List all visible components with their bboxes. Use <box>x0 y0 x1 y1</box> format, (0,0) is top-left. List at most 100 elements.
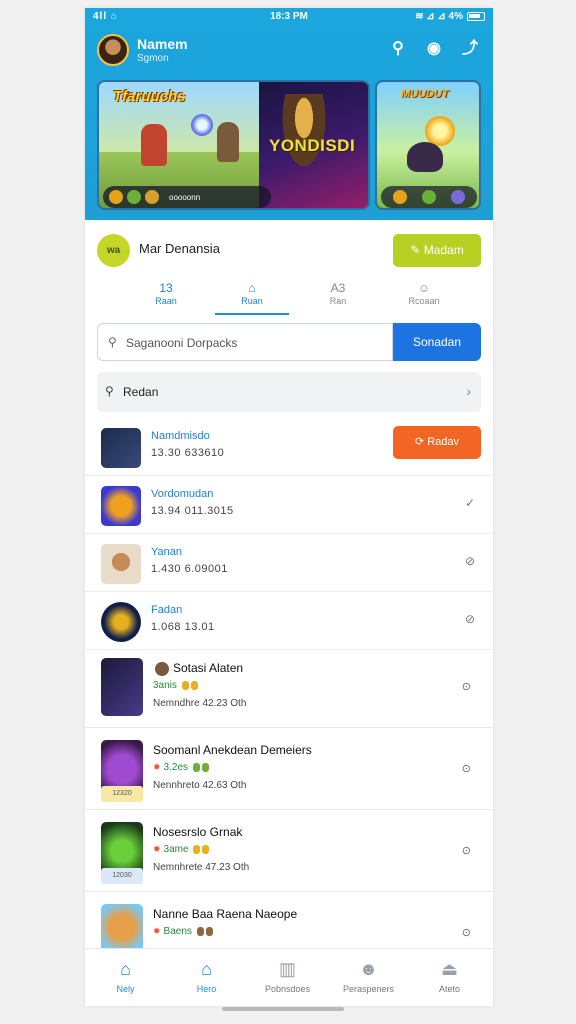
avatar[interactable] <box>97 34 129 66</box>
tab-2[interactable]: ⌂ Ruan <box>215 280 289 316</box>
card-tag: 12320 <box>101 786 143 802</box>
profile-logo: wa <box>97 234 130 267</box>
avatar-icon <box>155 661 169 676</box>
card-tag: 12030 <box>101 868 143 884</box>
list-item[interactable]: Fadan 1.068 13.01 ⊘ <box>85 592 493 650</box>
nav-item[interactable]: ▥ Pobnsdoes <box>247 949 328 1006</box>
bottom-navigation: ⌂ Nely ⌂ Hero ▥ Pobnsdoes ☻ Peraspeners … <box>85 948 493 1006</box>
user-row: Namem Sgmon ⚲ ◉ ⤴ <box>97 32 481 68</box>
tab-1-label: Raan <box>155 296 177 306</box>
home-indicator[interactable] <box>222 1007 344 1011</box>
coin-icon <box>109 190 123 204</box>
nav-label: Pobnsdoes <box>264 984 311 994</box>
fire-icon: ✹ <box>153 844 161 854</box>
list-item[interactable]: Yanan 1.430 6.09001 ⊘ <box>85 534 493 592</box>
tab-2-icon: ⌂ <box>248 281 256 295</box>
list-item-title: Fadan <box>151 604 183 616</box>
secondary-banner[interactable]: MUUDUT <box>375 80 481 210</box>
check-icon[interactable]: ✓ <box>465 496 475 510</box>
card-meta: Nennhreto 42.63 Oth <box>153 780 247 791</box>
more-icon[interactable]: ⊙ <box>462 844 471 857</box>
beast-figure <box>407 142 443 172</box>
list-item-meta: 1.068 13.01 <box>151 621 215 633</box>
tab-1-icon: 13 <box>159 281 173 295</box>
phone-screen: 4ll ⌂ 18:3 PM ≋ ⊿ ⊿ 4% Namem Sgmon ⚲ ◉ ⤴… <box>85 8 493 1006</box>
gem-icon <box>421 190 436 204</box>
card-meta: Nemnhrete 47.23 Oth <box>153 862 250 873</box>
game-card[interactable]: Sotasi Alaten 3anis Nemndhre 42.23 Oth ⊙ <box>85 650 493 728</box>
featured-banner[interactable]: Tfaruuchs YONDISDI ooooonn <box>97 80 370 210</box>
ally-figure <box>217 122 239 162</box>
share-icon[interactable]: ⤴ <box>459 38 481 60</box>
orb-icon <box>451 190 466 204</box>
search-button[interactable]: Sonadan <box>393 323 481 361</box>
game-thumbnail <box>101 544 141 584</box>
chat-icon[interactable]: ◉ <box>423 38 445 60</box>
tab-3[interactable]: A3 Ran <box>301 280 375 316</box>
nav-label: Peraspeners <box>342 984 395 994</box>
banner2-resource-bar <box>381 186 477 208</box>
shield-icon <box>145 190 159 204</box>
nav-item[interactable]: ⌂ Hero <box>166 949 247 1006</box>
profile-action-button[interactable]: ✎ Madam <box>393 234 481 267</box>
nav-item[interactable]: ⏏ Ateto <box>409 949 490 1006</box>
card-title: Nanne Baa Raena Naeope <box>153 907 298 921</box>
nav-item[interactable]: ☻ Peraspeners <box>328 949 409 1006</box>
banner-center-text: YONDISDI <box>269 136 356 155</box>
list-item-meta: 1.430 6.09001 <box>151 563 228 575</box>
card-meta: Nemndhre 42.23 Oth <box>153 698 247 709</box>
search-icon[interactable]: ⚲ <box>387 38 409 60</box>
card-title: Nosesrslo Grnak <box>153 825 243 839</box>
tab-bar: 13 Raan ⌂ Ruan A3 Ran ☺ Rcoaan <box>125 280 455 316</box>
list-item-meta: 13.30 633610 <box>151 447 225 459</box>
status-icons: ≋ ⊿ ⊿ 4% <box>415 11 485 22</box>
lock-icon: ⏏ <box>440 959 458 979</box>
warrior-figure <box>279 94 329 174</box>
game-card[interactable]: 12030 Nosesrslo Grnak ✹ 3ame Nemnhrete 47… <box>85 814 493 892</box>
home-outline-icon: ⌂ <box>201 959 212 979</box>
tab-3-icon: A3 <box>330 281 346 295</box>
hero-figure <box>141 124 167 166</box>
card-rating: ✹ 3.2es <box>153 762 209 773</box>
more-icon[interactable]: ⊙ <box>462 926 471 939</box>
list-item[interactable]: Vordomudan 13.94 011.3015 ✓ <box>85 476 493 534</box>
search-icon: ⚲ <box>105 384 114 398</box>
more-icon[interactable]: ⊙ <box>462 762 471 775</box>
gem-icon <box>127 190 141 204</box>
list-item[interactable]: Namdmisdo 13.30 633610 ⟳ Radav <box>85 418 493 476</box>
chevron-right-icon: › <box>466 383 471 399</box>
nav-item[interactable]: ⌂ Nely <box>85 949 166 1006</box>
nav-label: Ateto <box>438 984 460 994</box>
magic-orb <box>191 114 213 136</box>
book-icon: ▥ <box>278 959 296 979</box>
list-item-meta: 13.94 011.3015 <box>151 505 234 517</box>
link-icon[interactable]: ⊘ <box>465 612 475 626</box>
search-input[interactable] <box>126 332 386 354</box>
nav-label: Hero <box>196 984 217 994</box>
tab-4[interactable]: ☺ Rcoaan <box>387 280 461 316</box>
tab-1[interactable]: 13 Raan <box>129 280 203 316</box>
sword-icon <box>392 190 407 204</box>
list-action-button[interactable]: ⟳ Radav <box>393 426 481 459</box>
card-rating: ✹ Baens <box>153 926 213 937</box>
list-item-title: Namdmisdo <box>151 430 210 442</box>
list-item-title: Vordomudan <box>151 488 214 500</box>
game-thumbnail <box>101 428 141 468</box>
banner-resource-bar: ooooonn <box>103 186 271 208</box>
game-thumbnail <box>101 486 141 526</box>
fire-icon: ✹ <box>153 762 161 772</box>
profile-row: wa Mar Denansia ✎ Madam <box>97 232 481 268</box>
game-card[interactable]: 12320 Soomanl Anekdean Demeiers ✹ 3.2es N… <box>85 732 493 810</box>
filter-row[interactable]: ⚲ Redan › <box>97 372 481 412</box>
more-icon[interactable]: ⊙ <box>462 680 471 693</box>
user-name: Namem <box>137 36 188 52</box>
user-subtitle: Sgmon <box>137 53 169 64</box>
card-title: Soomanl Anekdean Demeiers <box>153 743 312 757</box>
user-icon: ☻ <box>359 959 378 979</box>
link-icon[interactable]: ⊘ <box>465 554 475 568</box>
battery-icon <box>467 12 485 21</box>
fire-icon: ✹ <box>153 926 161 936</box>
nav-label: Nely <box>116 984 135 994</box>
profile-name: Mar Denansia <box>139 241 220 256</box>
home-icon: ⌂ <box>120 959 131 979</box>
